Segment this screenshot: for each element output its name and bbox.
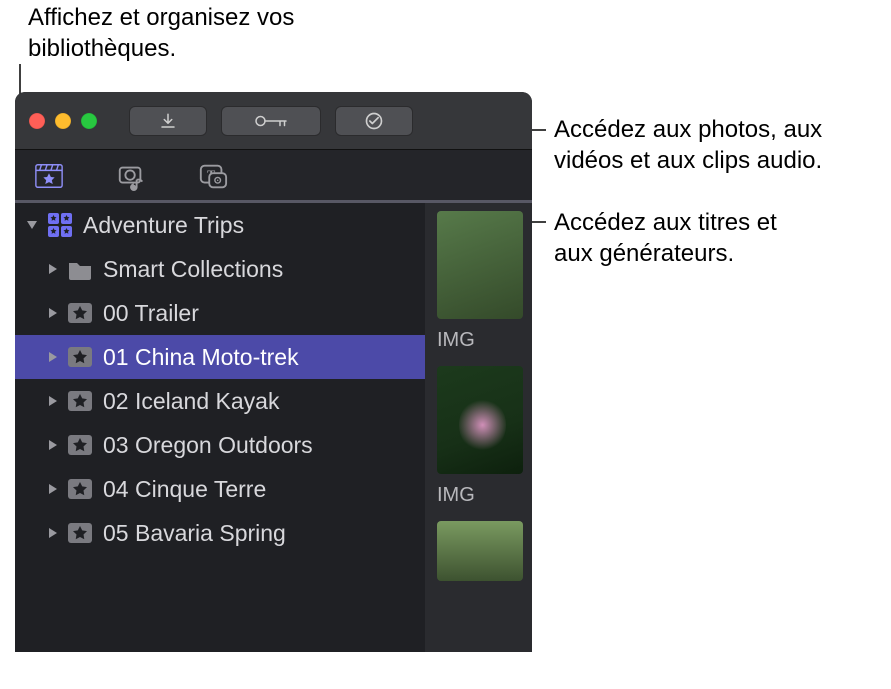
sidebar-item[interactable]: 01 China Moto-trek [15, 335, 425, 379]
sidebar-item[interactable]: 03 Oregon Outdoors [15, 423, 425, 467]
sidebar-item-label: 00 Trailer [103, 300, 199, 327]
minimize-window-button[interactable] [55, 113, 71, 129]
callout-libraries-text: Affichez et organisez vos bibliothèques. [28, 2, 294, 64]
sidebar-item[interactable]: 04 Cinque Terre [15, 467, 425, 511]
callout-titles-text: Accédez aux titres et aux générateurs. [554, 207, 777, 269]
disclosure-triangle-open-icon[interactable] [27, 221, 37, 229]
library-root[interactable]: Adventure Trips [15, 203, 425, 247]
import-button[interactable] [129, 106, 207, 136]
close-window-button[interactable] [29, 113, 45, 129]
sidebar-tabs: T [15, 150, 532, 203]
sidebar-item-label: 01 China Moto-trek [103, 344, 299, 371]
library-sidebar: Adventure Trips Smart Collections 00 Trai… [15, 203, 425, 652]
disclosure-triangle-icon[interactable] [49, 308, 57, 318]
event-star-icon [67, 300, 93, 326]
sidebar-item-label: Smart Collections [103, 256, 283, 283]
sidebar-item-label: 05 Bavaria Spring [103, 520, 286, 547]
disclosure-triangle-icon[interactable] [49, 528, 57, 538]
app-window: T [15, 92, 532, 652]
disclosure-triangle-icon[interactable] [49, 484, 57, 494]
sidebar-item-label: 02 Iceland Kayak [103, 388, 279, 415]
event-star-icon [67, 344, 93, 370]
sidebar-item[interactable]: Smart Collections [15, 247, 425, 291]
clip-browser: IMG IMG [425, 203, 532, 652]
titles-generators-tab[interactable]: T [193, 156, 233, 200]
event-star-icon [67, 432, 93, 458]
sidebar-item[interactable]: 05 Bavaria Spring [15, 511, 425, 555]
sidebar-item-label: 04 Cinque Terre [103, 476, 266, 503]
zoom-window-button[interactable] [81, 113, 97, 129]
disclosure-triangle-icon[interactable] [49, 264, 57, 274]
clip-thumbnail[interactable] [437, 211, 523, 319]
callout-media-text: Accédez aux photos, aux vidéos et aux cl… [554, 114, 822, 176]
event-star-icon [67, 476, 93, 502]
sidebar-item[interactable]: 02 Iceland Kayak [15, 379, 425, 423]
clip-thumbnail[interactable] [437, 366, 523, 474]
clip-label: IMG [437, 329, 532, 352]
titlebar [15, 92, 532, 150]
clip-thumbnail[interactable] [437, 521, 523, 581]
clip-label: IMG [437, 484, 532, 507]
event-star-icon [67, 520, 93, 546]
window-traffic-lights [29, 113, 97, 129]
library-icon [47, 212, 73, 238]
library-name: Adventure Trips [83, 212, 244, 239]
sidebar-item[interactable]: 00 Trailer [15, 291, 425, 335]
disclosure-triangle-icon[interactable] [49, 440, 57, 450]
libraries-tab[interactable] [29, 156, 69, 200]
keyword-button[interactable] [221, 106, 321, 136]
disclosure-triangle-icon[interactable] [49, 352, 57, 362]
folder-icon [67, 256, 93, 282]
disclosure-triangle-icon[interactable] [49, 396, 57, 406]
photos-audio-tab[interactable] [111, 156, 151, 200]
background-tasks-button[interactable] [335, 106, 413, 136]
sidebar-item-label: 03 Oregon Outdoors [103, 432, 313, 459]
event-star-icon [67, 388, 93, 414]
